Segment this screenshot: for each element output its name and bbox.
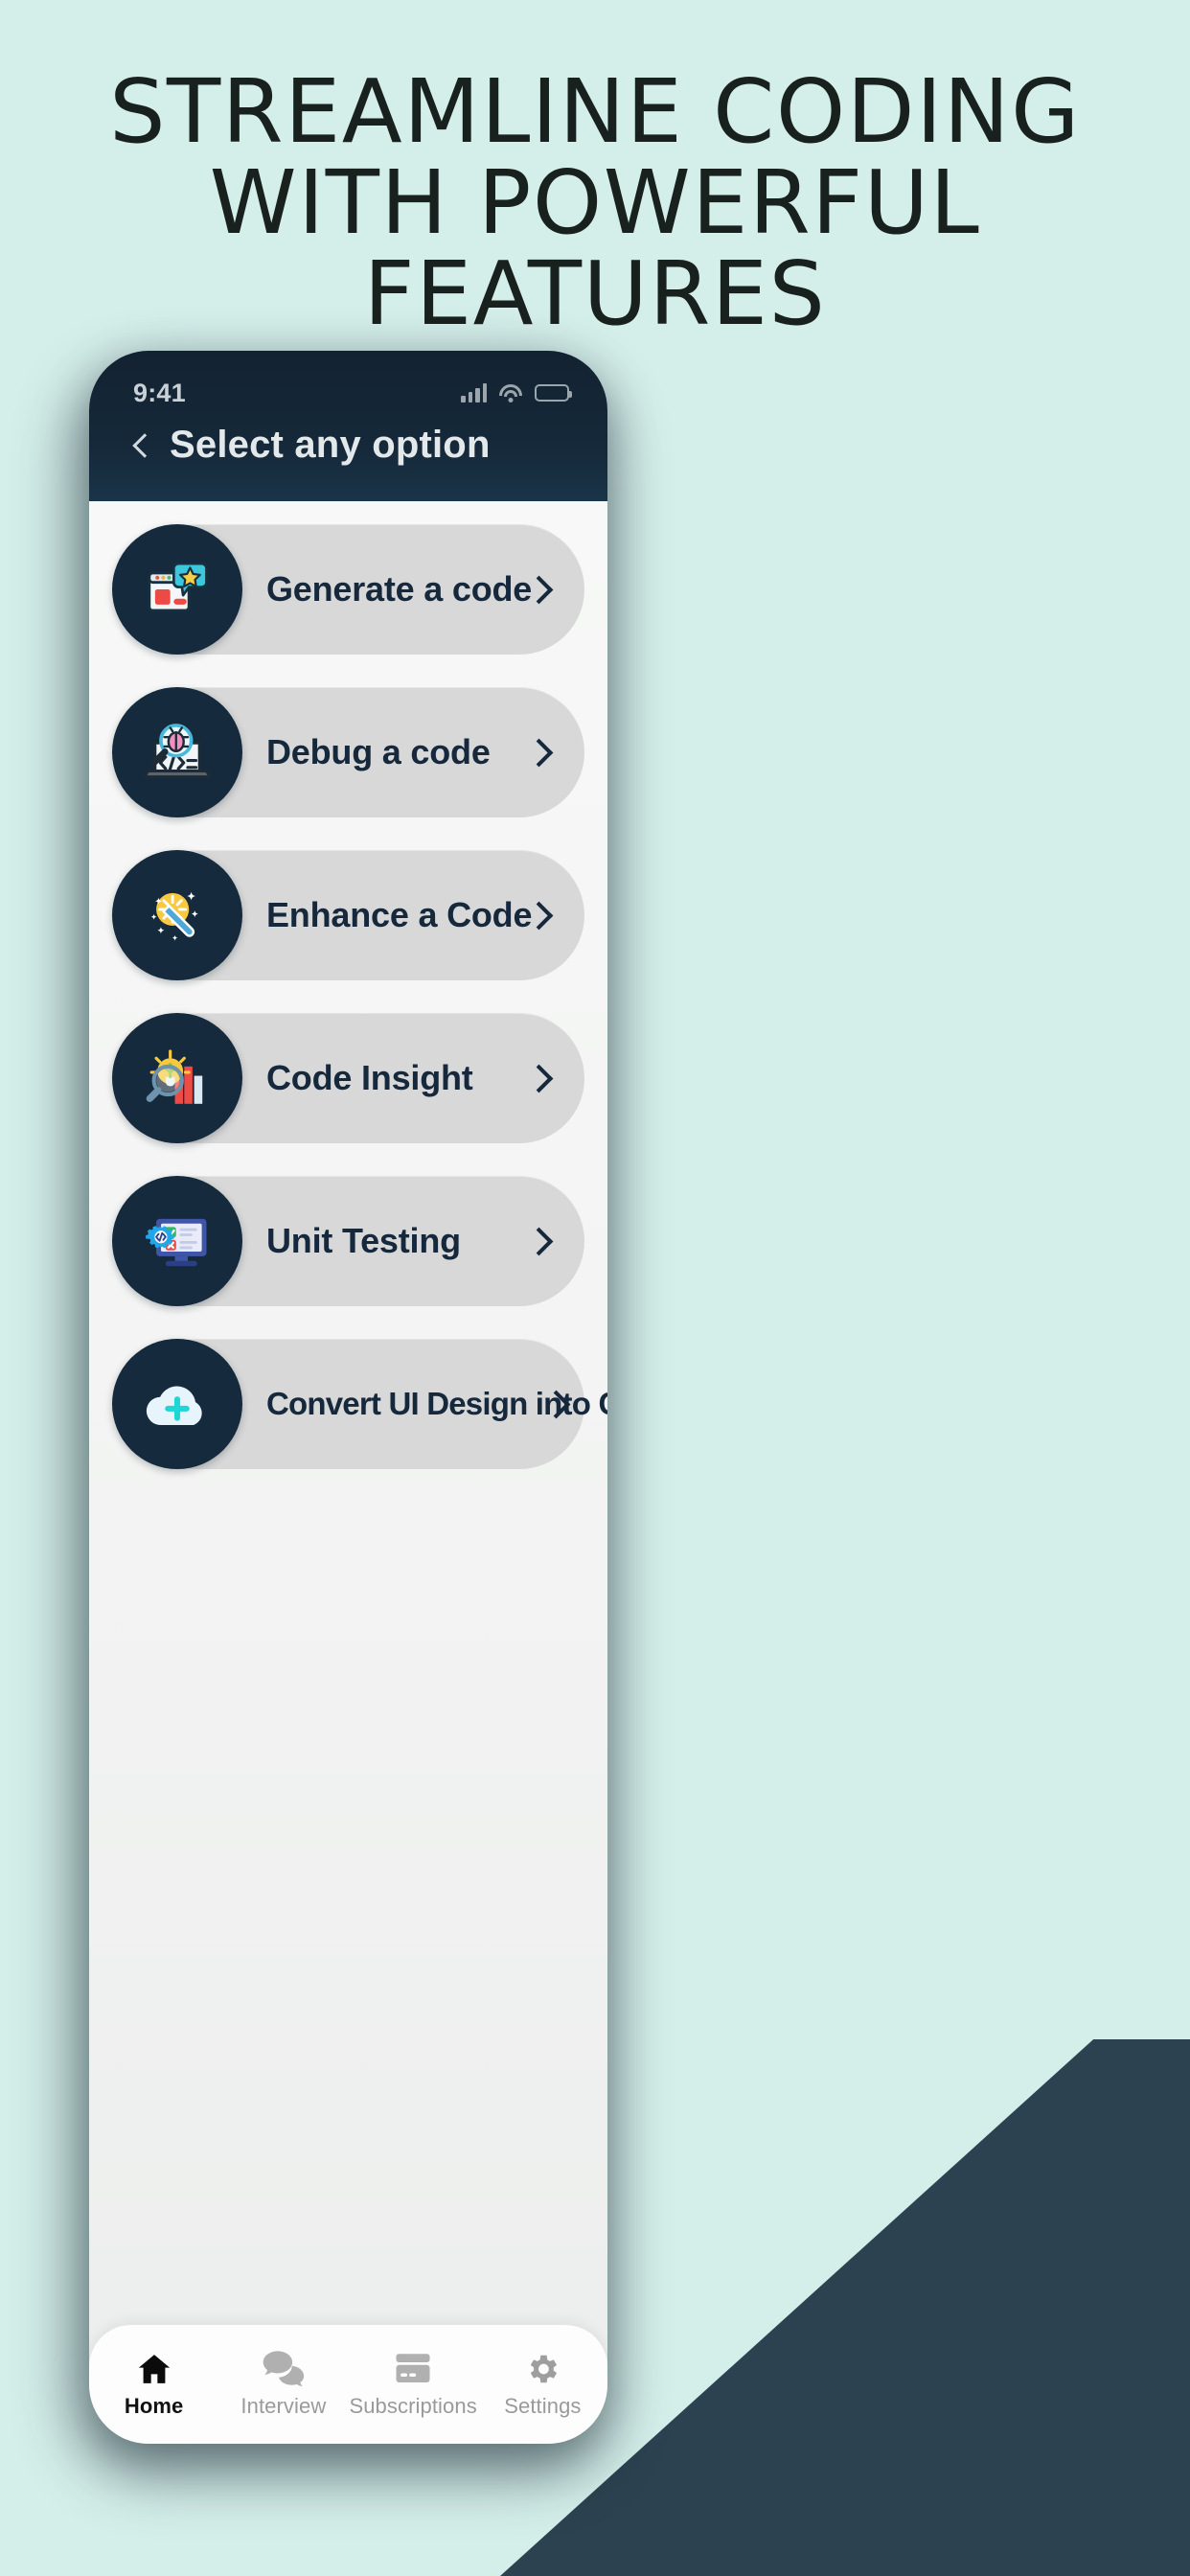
promo-canvas: STREAMLINE CODING WITH POWERFUL FEATURES… [0, 0, 1190, 2576]
phone-mockup: 9:41 Select any option Generate a code D… [89, 351, 607, 2444]
option-label: Generate a code [266, 569, 533, 609]
tab-label: Settings [504, 2393, 582, 2418]
option-label: Unit Testing [266, 1221, 461, 1260]
battery-icon [535, 384, 572, 402]
promo-headline: STREAMLINE CODING WITH POWERFUL FEATURES [0, 60, 1190, 345]
monitor-check-cross-gear-icon [112, 1176, 242, 1306]
tab-subscriptions[interactable]: Subscriptions [349, 2351, 478, 2419]
options-list: Generate a code Debug a code Enhance a C… [89, 501, 607, 2444]
status-clock: 9:41 [133, 378, 186, 407]
headline-line-2: WITH POWERFUL [209, 150, 981, 254]
status-icon-group [461, 383, 572, 402]
bottom-tab-bar: Home Interview Subscriptions Settings [89, 2325, 607, 2444]
chevron-right-icon[interactable] [527, 1230, 548, 1252]
headline-line-1: STREAMLINE CODING [109, 60, 1081, 163]
gear-icon [523, 2351, 561, 2387]
tab-home[interactable]: Home [89, 2351, 218, 2419]
credit-card-icon [393, 2351, 433, 2387]
option-row-convert-ui-design-into-code[interactable]: Convert UI Design into Code [112, 1339, 607, 1469]
tab-label: Subscriptions [349, 2393, 477, 2418]
option-row-enhance-a-code[interactable]: Enhance a Code [112, 850, 584, 980]
cloud-plus-icon [112, 1339, 242, 1469]
tab-interview[interactable]: Interview [218, 2350, 348, 2419]
option-row-generate-a-code[interactable]: Generate a code [112, 524, 584, 655]
chevron-right-icon[interactable] [527, 905, 548, 926]
laptop-bug-magnifier-icon [112, 687, 242, 817]
headline-line-3: FEATURES [363, 242, 827, 345]
option-label: Debug a code [266, 732, 491, 771]
chat-bubbles-icon [263, 2350, 305, 2387]
phone-topbar: 9:41 Select any option [89, 351, 607, 501]
screen-header: Select any option [89, 410, 607, 467]
status-bar: 9:41 [89, 351, 607, 410]
page-title: Select any option [170, 424, 491, 466]
code-window-star-icon [112, 524, 242, 655]
chevron-right-icon[interactable] [544, 1393, 565, 1414]
option-label: Code Insight [266, 1058, 473, 1097]
tab-settings[interactable]: Settings [478, 2351, 607, 2419]
option-row-code-insight[interactable]: Code Insight [112, 1013, 584, 1143]
chevron-right-icon[interactable] [527, 742, 548, 763]
option-row-debug-a-code[interactable]: Debug a code [112, 687, 584, 817]
chevron-right-icon[interactable] [527, 1068, 548, 1089]
home-icon [134, 2351, 174, 2387]
option-label: Enhance a Code [266, 895, 533, 934]
magic-wand-sparkle-icon [112, 850, 242, 980]
wifi-icon [499, 383, 522, 402]
tab-label: Home [124, 2393, 184, 2418]
option-row-unit-testing[interactable]: Unit Testing [112, 1176, 584, 1306]
signal-bars-icon [461, 383, 487, 402]
chevron-left-icon[interactable] [127, 433, 152, 458]
tab-label: Interview [240, 2393, 327, 2418]
lightbulb-chart-magnifier-icon [112, 1013, 242, 1143]
chevron-right-icon[interactable] [527, 579, 548, 600]
